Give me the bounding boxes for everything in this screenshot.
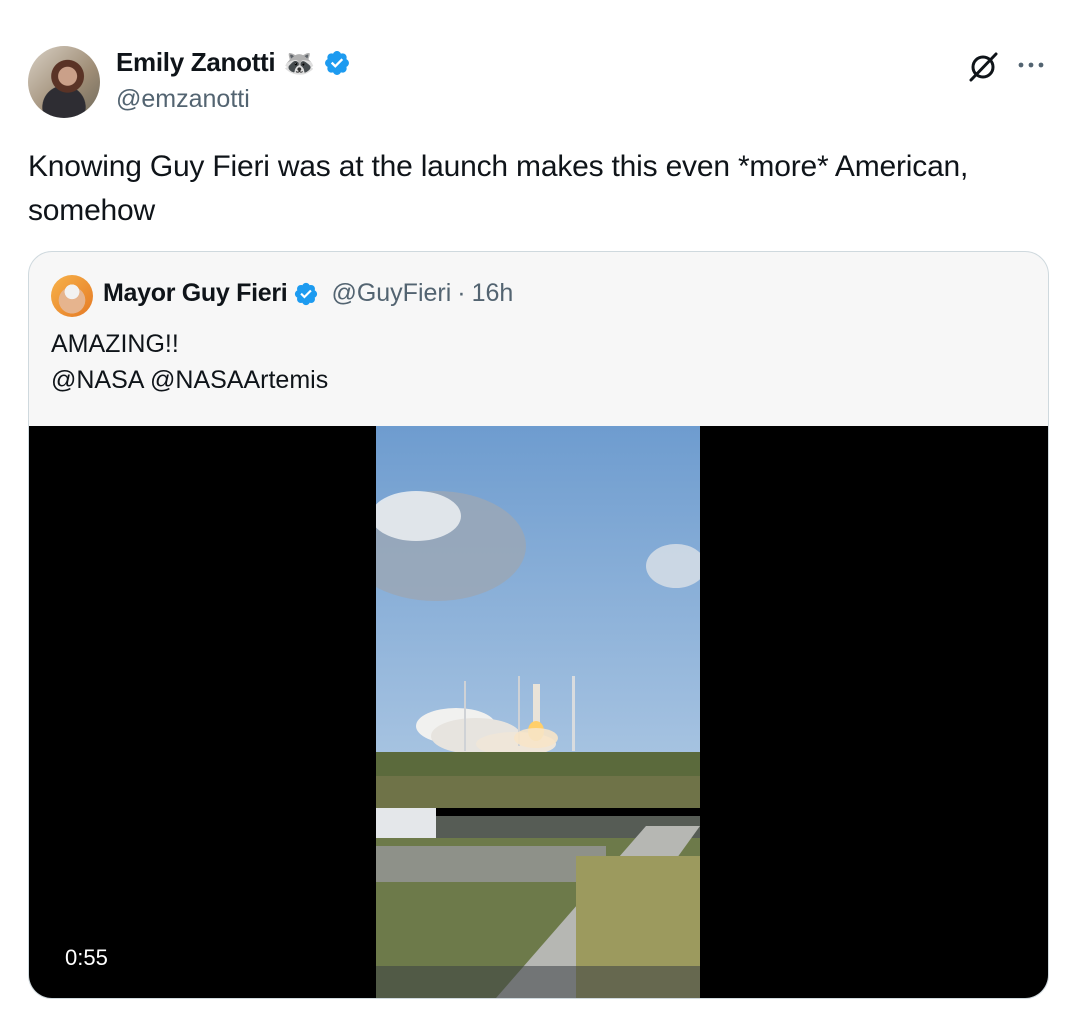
quoted-tweet-header: Mayor Guy Fieri @GuyFieri · 16h	[103, 279, 513, 308]
verified-badge-icon[interactable]	[323, 49, 351, 77]
quoted-tweet[interactable]: Mayor Guy Fieri @GuyFieri · 16h AMAZING!…	[28, 251, 1049, 999]
quoted-text-mentions[interactable]: @NASA @NASAArtemis	[51, 362, 328, 398]
verified-badge-icon[interactable]	[293, 281, 319, 307]
quoted-author-handle[interactable]: @GuyFieri	[331, 279, 451, 308]
quoted-text-line: AMAZING!!	[51, 330, 179, 358]
video-player[interactable]: 0:55	[29, 426, 1048, 998]
quoted-author-avatar[interactable]	[51, 275, 93, 317]
quoted-author-name[interactable]: Mayor Guy Fieri	[103, 279, 288, 308]
video-duration: 0:55	[65, 945, 108, 970]
raccoon-emoji: 🦝	[283, 47, 316, 78]
author-handle[interactable]: @emzanotti	[116, 85, 250, 114]
author-name-row[interactable]: Emily Zanotti 🦝	[116, 47, 351, 78]
quoted-tweet-text: AMAZING!! @NASA @NASAArtemis	[51, 326, 328, 398]
tweet: Emily Zanotti 🦝 @emzanotti Knowing Guy F…	[0, 0, 1072, 1014]
separator-dot: ·	[457, 279, 466, 307]
more-options-icon[interactable]	[1016, 58, 1046, 72]
tweet-text: Knowing Guy Fieri was at the launch make…	[28, 150, 969, 227]
author-avatar[interactable]	[28, 46, 100, 118]
rocket-launch-video-frame	[376, 426, 700, 998]
author-name[interactable]: Emily Zanotti	[116, 47, 276, 78]
quoted-timestamp[interactable]: 16h	[472, 279, 514, 308]
grok-icon[interactable]	[966, 50, 1000, 84]
